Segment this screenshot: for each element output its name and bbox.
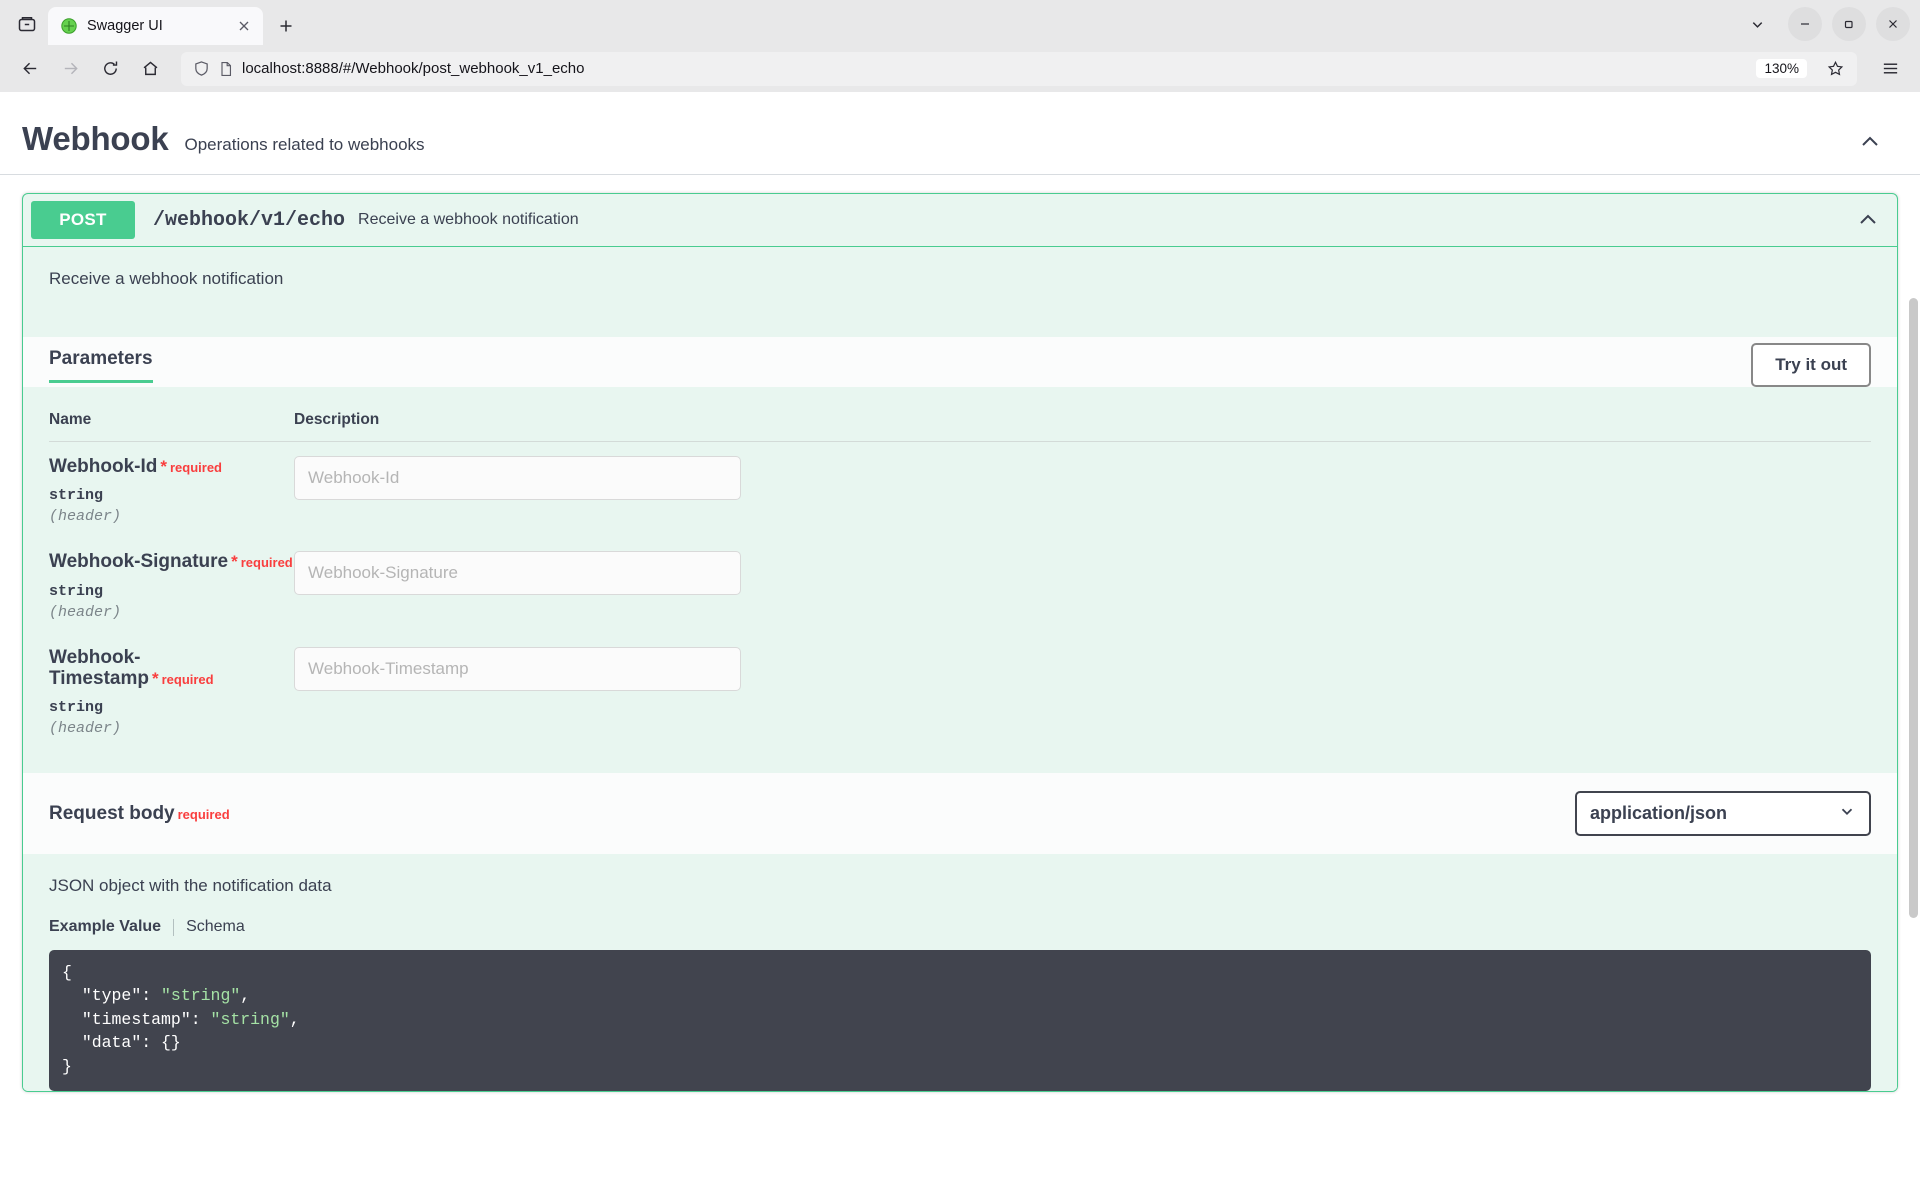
tab-example-value[interactable]: Example Value bbox=[49, 918, 161, 936]
page-document-icon bbox=[218, 61, 234, 77]
url-text[interactable]: localhost:8888/#/Webhook/post_webhook_v1… bbox=[242, 60, 1748, 77]
swagger-logo-icon bbox=[60, 17, 78, 35]
parameters-header: Parameters Try it out bbox=[23, 337, 1897, 387]
required-star: * bbox=[151, 668, 159, 688]
navigation-toolbar: localhost:8888/#/Webhook/post_webhook_v1… bbox=[0, 45, 1920, 92]
opblock-summary[interactable]: POST /webhook/v1/echo Receive a webhook … bbox=[23, 194, 1897, 247]
parameter-name: Webhook-Id bbox=[49, 456, 158, 477]
parameter-input-webhook-signature[interactable] bbox=[294, 551, 741, 596]
parameter-location: (header) bbox=[49, 603, 122, 621]
opblock-post-webhook-v1-echo: POST /webhook/v1/echo Receive a webhook … bbox=[22, 193, 1898, 1093]
chevron-down-icon[interactable] bbox=[1736, 7, 1778, 41]
required-star: * bbox=[160, 457, 167, 476]
media-type-select[interactable]: application/json bbox=[1575, 791, 1871, 837]
chevron-down-icon bbox=[1838, 802, 1856, 825]
url-bar[interactable]: localhost:8888/#/Webhook/post_webhook_v1… bbox=[181, 51, 1857, 86]
table-header-row: Name Description bbox=[49, 399, 1871, 442]
required-label: required bbox=[161, 671, 214, 687]
opblock-body: Receive a webhook notification Parameter… bbox=[23, 247, 1897, 1092]
new-tab-button[interactable] bbox=[269, 9, 303, 43]
required-label: required bbox=[240, 555, 293, 571]
parameter-type: string bbox=[49, 582, 104, 600]
operation-description: Receive a webhook notification bbox=[49, 269, 284, 288]
page-title: Webhook bbox=[22, 120, 169, 157]
home-icon[interactable] bbox=[131, 50, 169, 88]
parameter-input-webhook-id[interactable] bbox=[294, 456, 741, 500]
table-row: Webhook-Signature * required string (heade… bbox=[49, 537, 1871, 632]
tag-header-webhook[interactable]: Webhook Operations related to webhooks bbox=[0, 92, 1920, 175]
parameters-table-wrapper: Name Description Webhook-Id * required str… bbox=[23, 387, 1897, 774]
column-header-name: Name bbox=[49, 399, 294, 442]
reload-icon[interactable] bbox=[91, 50, 129, 88]
maximize-icon[interactable] bbox=[1832, 7, 1866, 41]
table-row: Webhook-Id * required string (header) bbox=[49, 442, 1871, 538]
operation-summary: Receive a webhook notification bbox=[358, 211, 579, 228]
http-method-badge: POST bbox=[31, 201, 135, 239]
parameter-description-cell bbox=[294, 633, 1871, 750]
tab-title: Swagger UI bbox=[87, 18, 163, 34]
parameter-type: string bbox=[49, 699, 104, 717]
parameter-name: Webhook-Timestamp bbox=[49, 646, 149, 689]
code-line: "type": "string", bbox=[81, 986, 251, 1006]
request-body-content: JSON object with the notification data E… bbox=[23, 854, 1897, 1092]
chevron-up-icon[interactable] bbox=[1851, 203, 1885, 237]
tab-schema[interactable]: Schema bbox=[186, 918, 245, 936]
forward-arrow-icon bbox=[51, 50, 89, 88]
request-body-title: Request body bbox=[49, 802, 175, 824]
window-close-icon[interactable] bbox=[1876, 7, 1910, 41]
shield-icon[interactable] bbox=[193, 60, 210, 77]
parameter-location: (header) bbox=[49, 508, 122, 526]
tag-description: Operations related to webhooks bbox=[184, 135, 425, 154]
code-line: } bbox=[62, 1056, 72, 1076]
back-arrow-icon[interactable] bbox=[11, 50, 49, 88]
minimize-icon[interactable] bbox=[1788, 7, 1822, 41]
swagger-ui-page: Webhook Operations related to webhooks P… bbox=[0, 92, 1920, 1200]
tab-strip: Swagger UI bbox=[0, 0, 1920, 45]
parameters-table: Name Description Webhook-Id * required str… bbox=[49, 399, 1871, 749]
media-type-value: application/json bbox=[1590, 803, 1728, 824]
browser-chrome: Swagger UI localhost:8888/#/Webhook/post… bbox=[0, 0, 1920, 92]
parameter-name-cell: Webhook-Timestamp * required string (heade… bbox=[49, 633, 294, 750]
column-header-description: Description bbox=[294, 399, 1871, 442]
code-line: { bbox=[62, 963, 72, 983]
request-body-header: Request body required application/json bbox=[23, 773, 1897, 855]
operation-path: /webhook/v1/echo bbox=[153, 208, 346, 232]
parameter-location: (header) bbox=[49, 720, 122, 738]
tab-strip-controls bbox=[1736, 7, 1910, 41]
parameters-title: Parameters bbox=[49, 348, 153, 383]
parameter-type: string bbox=[49, 487, 104, 505]
browser-tab-swagger-ui[interactable]: Swagger UI bbox=[48, 7, 263, 45]
page-scrollbar[interactable] bbox=[1906, 92, 1920, 1200]
zoom-level-badge[interactable]: 130% bbox=[1756, 59, 1807, 78]
request-body-description: JSON object with the notification data bbox=[49, 876, 332, 896]
chevron-up-icon[interactable] bbox=[1850, 122, 1890, 162]
example-schema-tabs: Example Value Schema bbox=[49, 918, 1871, 936]
parameter-name: Webhook-Signature bbox=[49, 551, 229, 573]
parameter-input-webhook-timestamp[interactable] bbox=[294, 646, 741, 691]
parameter-description-cell bbox=[294, 537, 1871, 632]
request-body-title-group: Request body required bbox=[49, 803, 230, 825]
tab-separator bbox=[173, 918, 175, 936]
table-row: Webhook-Timestamp * required string (heade… bbox=[49, 633, 1871, 750]
parameter-description-cell bbox=[294, 442, 1871, 538]
firefox-view-icon[interactable] bbox=[6, 3, 48, 45]
required-label: required bbox=[177, 806, 230, 822]
code-line: "data": {} bbox=[81, 1033, 181, 1053]
required-star: * bbox=[231, 552, 238, 572]
close-icon[interactable] bbox=[233, 15, 255, 37]
parameter-name-cell: Webhook-Id * required string (header) bbox=[49, 442, 294, 538]
parameter-name-cell: Webhook-Signature * required string (heade… bbox=[49, 537, 294, 632]
scrollbar-thumb[interactable] bbox=[1909, 298, 1918, 918]
hamburger-menu-icon[interactable] bbox=[1871, 50, 1909, 88]
required-label: required bbox=[169, 460, 222, 475]
parameters-section: Parameters Try it out bbox=[23, 337, 1897, 387]
code-line: "timestamp": "string", bbox=[81, 1009, 300, 1029]
example-value-code-block[interactable]: { "type": "string", "timestamp": "string… bbox=[49, 950, 1871, 1092]
parameters-table-body: Webhook-Id * required string (header) Webh… bbox=[49, 442, 1871, 750]
star-icon[interactable] bbox=[1821, 60, 1849, 77]
try-it-out-button[interactable]: Try it out bbox=[1751, 343, 1871, 387]
